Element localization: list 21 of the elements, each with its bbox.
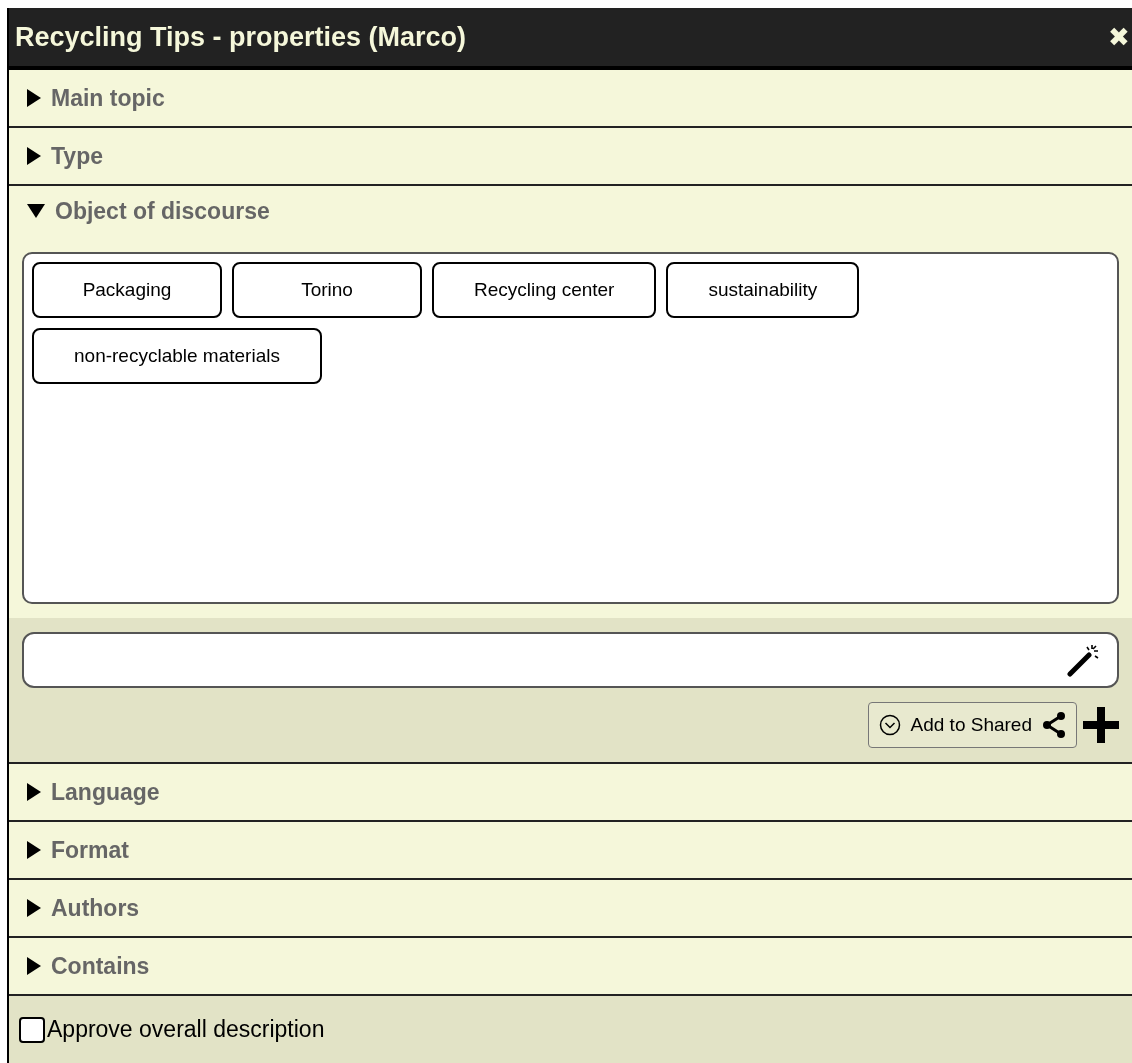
section-header[interactable]: Format [9,822,129,878]
window-title: Recycling Tips - properties (Marco) [15,20,467,54]
section-header[interactable]: Language [9,764,160,820]
section-header[interactable]: Main topic [9,70,165,126]
chevron-circle-icon [878,714,901,736]
approve-checkbox[interactable]: Approve overall description [19,1012,325,1047]
magic-wand-icon[interactable] [1067,643,1101,677]
tag-chip[interactable]: Packaging [32,262,222,318]
close-button[interactable]: ✖ [1108,24,1130,50]
tag-input-field[interactable] [22,632,1119,688]
plus-icon[interactable] [1083,707,1119,743]
section-header[interactable]: Type [9,128,103,184]
section-header[interactable]: Authors [9,880,140,936]
add-to-shared-button[interactable]: Add to Shared [867,702,1077,748]
section-header[interactable]: Contains [9,938,150,994]
tag-chip[interactable]: Torino [232,262,422,318]
tag-chip[interactable]: sustainability [666,262,860,318]
share-icon [1042,712,1066,738]
tag-chip[interactable]: Recycling center [432,262,657,318]
section-header[interactable]: Object of discourse [9,186,270,236]
tag-chip[interactable]: non-recyclable materials [32,328,322,384]
